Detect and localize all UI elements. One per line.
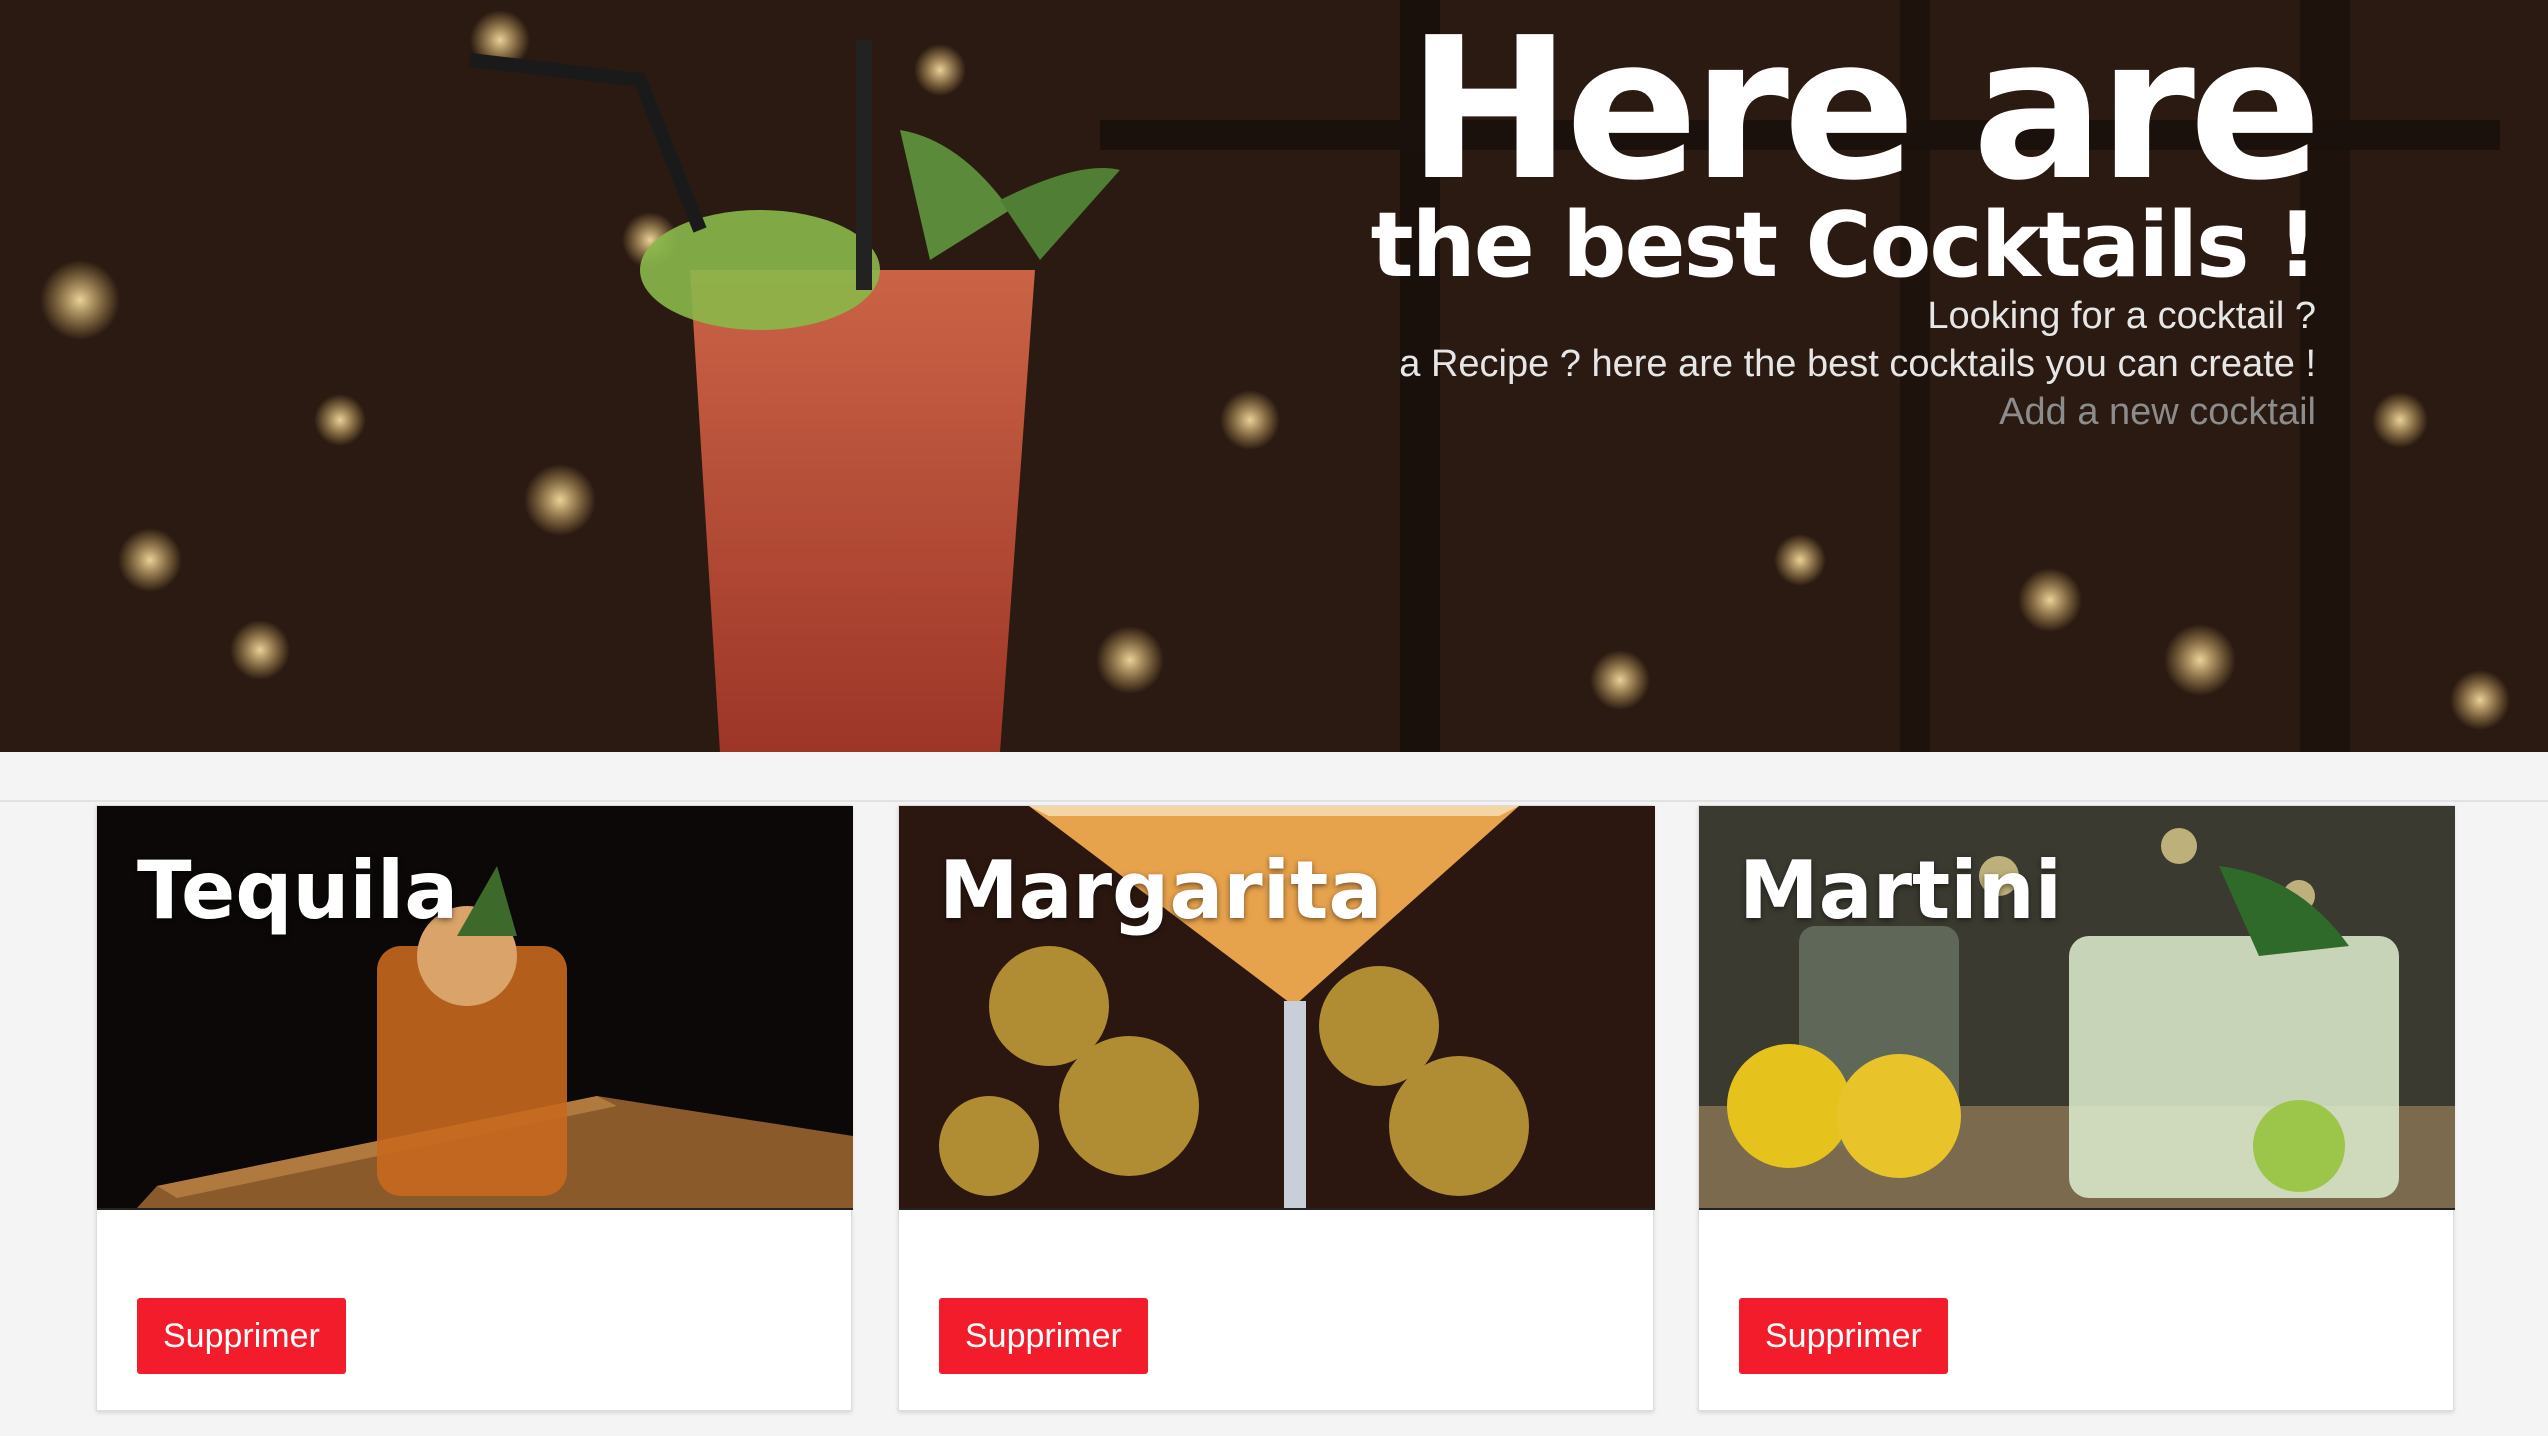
hero-subtitle-heading: the best Cocktails !	[1370, 193, 2318, 298]
cocktail-image: Margarita	[899, 806, 1655, 1210]
delete-button[interactable]: Supprimer	[1739, 1298, 1948, 1374]
delete-button[interactable]: Supprimer	[939, 1298, 1148, 1374]
cocktail-card-martini: Martini Supprimer	[1698, 805, 2455, 1411]
cocktail-card-margarita: Margarita Supprimer	[898, 805, 1655, 1411]
cocktail-name: Martini	[1739, 844, 2063, 937]
hero-title: Here are	[1407, 0, 2322, 224]
add-cocktail-link[interactable]: Add a new cocktail	[1999, 388, 2316, 436]
hero-tagline-line2: a Recipe ? here are the best cocktails y…	[1399, 343, 2316, 385]
delete-button[interactable]: Supprimer	[137, 1298, 346, 1374]
hero-text-block: Here are the best Cocktails ! Looking fo…	[1370, 0, 2322, 436]
cocktail-image: Tequila	[97, 806, 853, 1210]
cocktail-name: Margarita	[939, 844, 1383, 937]
section-divider	[0, 800, 2548, 802]
cocktail-card-tequila: Tequila Supprimer	[96, 805, 853, 1411]
cocktail-name: Tequila	[137, 844, 459, 937]
hero-tagline-line1: Looking for a cocktail ?	[1927, 295, 2316, 337]
hero-banner: Here are the best Cocktails ! Looking fo…	[0, 0, 2548, 752]
cocktail-image: Martini	[1699, 806, 2455, 1210]
